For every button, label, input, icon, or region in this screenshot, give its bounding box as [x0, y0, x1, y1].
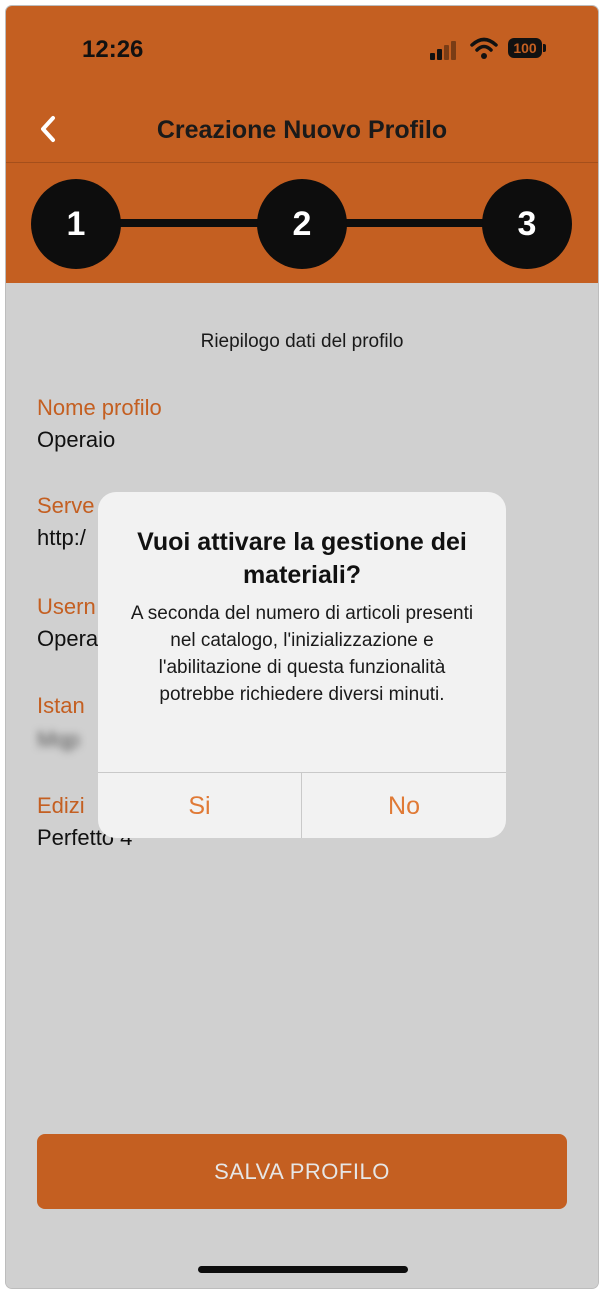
- battery-tip: [543, 44, 546, 52]
- summary-heading: Riepilogo dati del profilo: [200, 331, 404, 352]
- wifi-icon: [470, 37, 498, 59]
- save-profile-button[interactable]: SALVA PROFILO: [37, 1134, 567, 1209]
- battery-level: 100: [513, 40, 537, 56]
- alert-message: A seconda del numero di articoli present…: [130, 603, 474, 705]
- field-value-server: http:/: [37, 525, 86, 550]
- battery-icon: 100: [508, 38, 542, 58]
- step-2: 2: [257, 179, 347, 269]
- page-title: Creazione Nuovo Profilo: [156, 116, 448, 144]
- alert-actions: Si No: [98, 772, 506, 838]
- status-bar: 12:26 100: [6, 6, 598, 96]
- field-value-instance: Mqp: [37, 727, 80, 752]
- alert-title: Vuoi attivare la gestione dei materiali?: [137, 528, 467, 589]
- field-value-username: Opera: [37, 626, 99, 651]
- field-label-username: Usern: [37, 594, 96, 619]
- alert-yes-button[interactable]: Si: [98, 773, 302, 838]
- app-screen: 12:26 100 Creazione Nuovo Profilo 1 2 3 …: [6, 6, 598, 1288]
- status-time: 12:26: [82, 36, 144, 63]
- field-label-server: Serve: [37, 493, 95, 518]
- field-label-instance: Istan: [37, 693, 85, 718]
- alert-dialog: Vuoi attivare la gestione dei materiali?…: [98, 492, 506, 838]
- step-indicator: 1 2 3: [6, 163, 598, 283]
- field-label-profile-name: Nome profilo: [37, 395, 162, 420]
- navigation-bar: Creazione Nuovo Profilo: [6, 96, 598, 163]
- field-label-edition: Edizi: [37, 793, 85, 818]
- alert-no-button[interactable]: No: [302, 773, 506, 838]
- step-3: 3: [482, 179, 572, 269]
- home-indicator[interactable]: [198, 1266, 408, 1273]
- field-value-profile-name: Operaio: [37, 427, 116, 452]
- cellular-signal-icon: [430, 41, 456, 60]
- step-1: 1: [31, 179, 121, 269]
